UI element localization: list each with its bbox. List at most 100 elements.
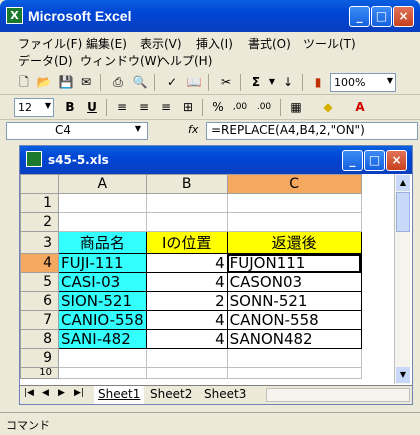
sheet-tab-2[interactable]: Sheet2: [146, 386, 196, 404]
cut-icon[interactable]: ✂: [218, 74, 234, 90]
row-header[interactable]: 6: [20, 291, 59, 311]
cell-b7[interactable]: 4: [145, 310, 228, 330]
cell-b8[interactable]: 4: [145, 329, 228, 349]
sheet-tab-1[interactable]: Sheet1: [94, 386, 145, 404]
row-header[interactable]: 7: [20, 310, 59, 330]
scroll-down-icon[interactable]: ▼: [396, 367, 410, 383]
workbook-maximize-button[interactable]: □: [364, 150, 385, 171]
cell-a8[interactable]: SANI-482: [58, 329, 147, 349]
menu-view[interactable]: 表示(V): [140, 35, 182, 52]
sheet-tab-3[interactable]: Sheet3: [200, 386, 250, 404]
menu-help[interactable]: ヘルプ(H): [158, 52, 212, 69]
cell-b5[interactable]: 4: [145, 272, 228, 292]
spelling-icon[interactable]: ✓: [164, 74, 180, 90]
percent-icon[interactable]: %: [210, 99, 226, 115]
font-color-icon[interactable]: A: [352, 99, 368, 115]
column-header-c[interactable]: C: [226, 174, 362, 194]
fx-icon[interactable]: fx: [188, 123, 198, 136]
row-header[interactable]: 9: [20, 348, 59, 368]
cell-a6[interactable]: SION-521: [58, 291, 147, 311]
zoom-select[interactable]: 100% ▼: [330, 73, 396, 92]
menu-window[interactable]: ウィンドウ(W): [80, 52, 161, 69]
align-left-icon[interactable]: ≡: [114, 99, 130, 115]
comma-style-icon[interactable]: ,00: [232, 99, 248, 115]
cell-b6[interactable]: 2: [145, 291, 228, 311]
row-header[interactable]: 8: [20, 329, 59, 349]
underline-icon[interactable]: U: [84, 99, 100, 115]
cell-c4-active[interactable]: FUJON111: [226, 253, 362, 273]
name-box[interactable]: C4 ▼: [6, 122, 148, 140]
menu-file[interactable]: ファイル(F): [18, 35, 82, 52]
align-right-icon[interactable]: ≡: [158, 99, 174, 115]
prev-sheet-icon[interactable]: ◀: [42, 388, 49, 398]
cell[interactable]: [226, 348, 362, 368]
open-icon[interactable]: 📂: [36, 74, 52, 90]
cell[interactable]: [145, 193, 228, 213]
column-header-b[interactable]: B: [145, 174, 228, 194]
cell-a4[interactable]: FUJI-111: [58, 253, 147, 273]
vertical-scrollbar[interactable]: ▲ ▼: [394, 174, 410, 384]
cell-c7[interactable]: CANON-558: [226, 310, 362, 330]
cell-a5[interactable]: CASI-03: [58, 272, 147, 292]
row-header[interactable]: 4: [20, 253, 59, 273]
cell[interactable]: [226, 212, 362, 232]
cell-c6[interactable]: SONN-521: [226, 291, 362, 311]
autosum-dropdown-icon[interactable]: ▼: [264, 74, 280, 90]
cell[interactable]: [58, 193, 147, 213]
font-size-select[interactable]: 12 ▼: [14, 98, 54, 117]
autosum-icon[interactable]: Σ: [248, 74, 264, 90]
menu-insert[interactable]: 挿入(I): [196, 35, 233, 52]
cell-c8[interactable]: SANON482: [226, 329, 362, 349]
permission-icon[interactable]: ✉: [78, 74, 94, 90]
menu-format[interactable]: 書式(O): [248, 35, 291, 52]
cell-b4[interactable]: 4: [145, 253, 228, 273]
cell-c5[interactable]: CASON03: [226, 272, 362, 292]
print-icon[interactable]: ⎙: [110, 74, 126, 90]
sort-ascending-icon[interactable]: ↓: [280, 74, 296, 90]
row-header[interactable]: 1: [20, 193, 59, 213]
scroll-thumb[interactable]: [396, 192, 410, 232]
maximize-button[interactable]: □: [371, 6, 392, 27]
select-all-corner[interactable]: [20, 174, 59, 194]
cell[interactable]: [58, 348, 147, 368]
first-sheet-icon[interactable]: |◀: [24, 388, 34, 398]
cell-c3[interactable]: 返還後: [226, 231, 362, 254]
borders-icon[interactable]: ▦: [288, 99, 304, 115]
cell-a3[interactable]: 商品名: [58, 231, 147, 254]
cell[interactable]: [226, 193, 362, 213]
row-header[interactable]: 3: [20, 231, 59, 254]
align-center-icon[interactable]: ≡: [136, 99, 152, 115]
workbook-close-button[interactable]: ×: [386, 150, 407, 171]
menu-edit[interactable]: 編集(E): [86, 35, 127, 52]
close-button[interactable]: ×: [393, 6, 414, 27]
cell-b3[interactable]: Iの位置: [145, 231, 228, 254]
print-preview-icon[interactable]: 🔍: [132, 74, 148, 90]
column-header-a[interactable]: A: [58, 174, 147, 194]
formula-input[interactable]: =REPLACE(A4,B4,2,"ON"): [206, 122, 418, 140]
menu-data[interactable]: データ(D): [18, 52, 73, 69]
cell[interactable]: [145, 212, 228, 232]
cell[interactable]: [226, 367, 362, 379]
new-icon[interactable]: 🗋: [16, 74, 32, 90]
horizontal-scrollbar[interactable]: [266, 388, 410, 402]
cell[interactable]: [58, 212, 147, 232]
row-header[interactable]: 10: [20, 367, 59, 379]
cell[interactable]: [145, 367, 228, 379]
research-icon[interactable]: 📖: [186, 74, 202, 90]
increase-decimal-icon[interactable]: .00: [256, 99, 272, 115]
scroll-up-icon[interactable]: ▲: [396, 175, 410, 191]
cell-a7[interactable]: CANIO-558: [58, 310, 147, 330]
workbook-minimize-button[interactable]: _: [342, 150, 363, 171]
save-icon[interactable]: 💾: [58, 74, 74, 90]
minimize-button[interactable]: _: [349, 6, 370, 27]
cell[interactable]: [145, 348, 228, 368]
fill-color-icon[interactable]: ◆: [320, 99, 336, 115]
cell[interactable]: [58, 367, 147, 379]
row-header[interactable]: 5: [20, 272, 59, 292]
next-sheet-icon[interactable]: ▶: [58, 388, 65, 398]
chart-wizard-icon[interactable]: ▮: [310, 74, 326, 90]
row-header[interactable]: 2: [20, 212, 59, 232]
merge-center-icon[interactable]: ⊞: [180, 99, 196, 115]
bold-icon[interactable]: B: [62, 99, 78, 115]
last-sheet-icon[interactable]: ▶|: [74, 388, 84, 398]
